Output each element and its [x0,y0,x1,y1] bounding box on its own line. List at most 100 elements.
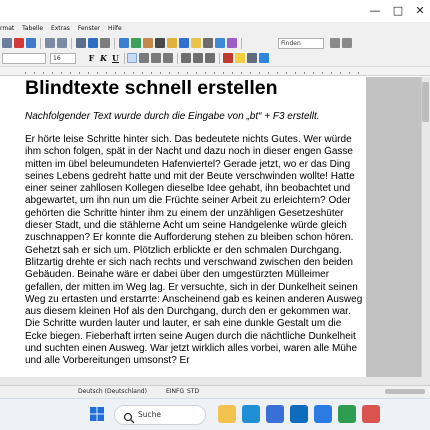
selection-mode-status[interactable]: STD [187,386,199,398]
ruler-tick [178,72,179,74]
ruler-tick [79,72,80,74]
separator [124,53,125,64]
ruler-tick [151,72,152,74]
insert-image-icon[interactable] [131,38,141,48]
special-char-icon[interactable] [167,38,177,48]
taskbar-app-impress-icon[interactable] [362,405,380,423]
taskbar-app-explorer-icon[interactable] [218,405,236,423]
font-color-icon[interactable] [223,53,233,63]
draw-icon[interactable] [227,38,237,48]
ruler-tick [277,72,278,74]
ruler-tick [88,72,89,74]
ruler-tick [187,72,188,74]
separator [219,53,220,64]
find-input[interactable]: Finden [278,38,324,49]
menu-hilfe[interactable]: Hilfe [108,25,122,32]
underline-button[interactable]: U [110,52,121,65]
taskbar-app-writer-icon[interactable] [314,405,332,423]
ruler-tick [232,72,233,74]
numbering-icon[interactable] [193,53,203,63]
ruler-tick [25,72,26,74]
start-button[interactable] [88,405,106,423]
ruler-tick [142,72,143,74]
taskbar-app-store-icon[interactable] [266,405,284,423]
horizontal-ruler[interactable] [0,67,430,76]
align-right-icon[interactable] [151,53,161,63]
header-icon[interactable] [215,38,225,48]
ruler-tick [214,72,215,74]
align-left-icon[interactable] [127,53,137,63]
justify-icon[interactable] [163,53,173,63]
track-changes-icon[interactable] [203,38,213,48]
insert-mode-status[interactable]: EINFG [166,386,184,398]
windows-logo-icon [90,407,104,421]
menu-extras[interactable]: Extras [51,25,70,32]
find-next-icon[interactable] [342,38,352,48]
hyperlink-icon[interactable] [179,38,189,48]
ruler-tick [250,72,251,74]
taskbar-search-text: Suche [138,410,162,419]
menu-format[interactable]: rmat [0,25,14,32]
bullets-icon[interactable] [181,53,191,63]
taskbar-app-mail-icon[interactable] [290,405,308,423]
paste-icon[interactable] [2,38,12,48]
zoom-slider[interactable] [385,389,425,394]
ruler-tick [97,72,98,74]
ruler-tick [115,72,116,74]
document-subtitle: Nachfolgender Text wurde durch die Einga… [25,111,320,122]
ruler-tick [286,72,287,74]
clone-format-icon[interactable] [14,38,24,48]
redo-icon[interactable] [57,38,67,48]
ruler-tick [358,72,359,74]
character-icon[interactable] [247,53,257,63]
font-name-select[interactable] [2,53,46,64]
insert-table-icon[interactable] [119,38,129,48]
find-replace-icon[interactable] [76,38,86,48]
align-center-icon[interactable] [139,53,149,63]
undo-icon[interactable] [45,38,55,48]
vertical-scroll-thumb[interactable] [422,82,429,122]
font-size-select[interactable]: 16 [50,53,76,64]
indent-icon[interactable] [205,53,215,63]
formatting-marks-icon[interactable] [100,38,110,48]
ruler-tick [331,72,332,74]
ruler-tick [205,72,206,74]
ruler-tick [295,72,296,74]
ruler-tick [106,72,107,74]
menu-tabelle[interactable]: Tabelle [22,25,43,32]
separator [71,38,72,49]
menu-fenster[interactable]: Fenster [78,25,100,32]
styles-icon[interactable] [259,53,269,63]
bold-button[interactable]: F [86,52,97,65]
ruler-tick [169,72,170,74]
italic-button[interactable]: K [98,52,109,65]
find-previous-icon[interactable] [330,38,340,48]
ruler-tick [133,72,134,74]
taskbar-app-calc-icon[interactable] [338,405,356,423]
horizontal-scrollbar[interactable] [0,377,430,385]
highlight-icon[interactable] [235,53,245,63]
maximize-icon[interactable]: □ [391,4,405,18]
status-bar: Deutsch (Deutschland) EINFG STD [0,385,430,398]
document-body-text: Er hörte leise Schritte hinter sich. Das… [25,134,363,367]
spelling-icon[interactable] [88,38,98,48]
ruler-tick [349,72,350,74]
taskbar-app-edge-icon[interactable] [242,405,260,423]
language-status[interactable]: Deutsch (Deutschland) [78,386,147,398]
ruler-tick [313,72,314,74]
clear-format-icon[interactable] [26,38,36,48]
minimize-icon[interactable]: — [368,4,382,18]
comment-icon[interactable] [191,38,201,48]
text-box-icon[interactable] [155,38,165,48]
close-icon[interactable]: ✕ [413,4,427,18]
ruler-tick [160,72,161,74]
ruler-tick [70,72,71,74]
ruler-tick [34,72,35,74]
ruler-tick [259,72,260,74]
vertical-scrollbar[interactable] [421,77,430,377]
search-icon [123,409,135,424]
ruler-tick [304,72,305,74]
ruler-tick [52,72,53,74]
separator [114,38,115,49]
insert-chart-icon[interactable] [143,38,153,48]
